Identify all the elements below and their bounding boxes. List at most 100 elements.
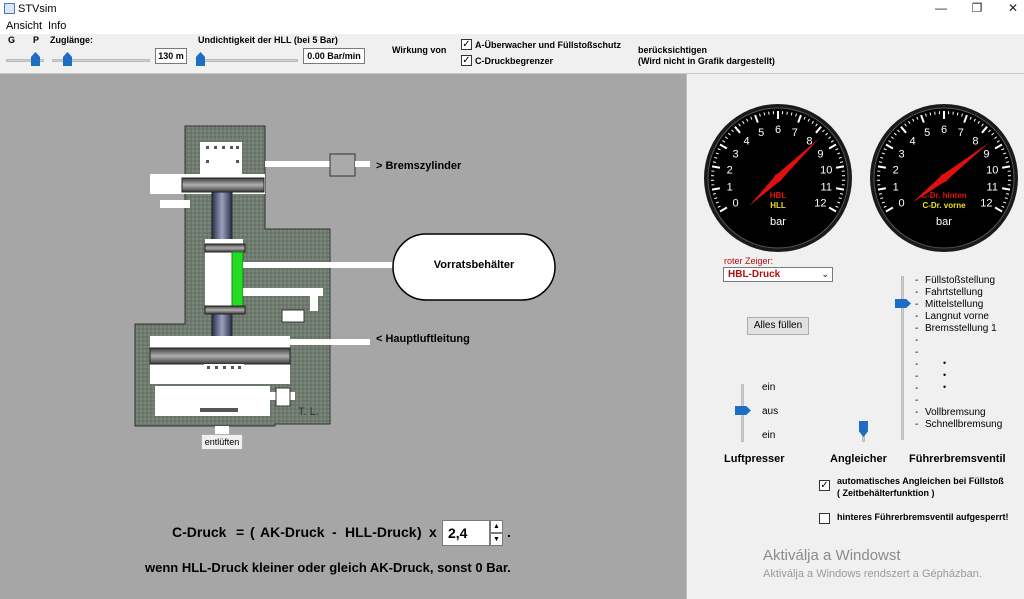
right-gauge-tick-label: 6	[941, 124, 947, 136]
title-bar: STVsim — ❐ ✕	[0, 0, 1024, 18]
wirkung-label: Wirkung von	[392, 45, 447, 55]
right-gauge-tick	[1005, 192, 1010, 195]
fbv-position-4[interactable]: - Bremsstellung 1	[915, 323, 997, 335]
left-gauge-tick	[839, 192, 844, 195]
roter-zeiger-select[interactable]: HBL-Druck ⌄	[723, 267, 833, 282]
right-gauge-tick-label: 4	[909, 135, 915, 147]
left-gauge-tick-label: 7	[792, 127, 798, 139]
fbv-position-6[interactable]: -	[915, 347, 925, 359]
fbv-tick: -	[915, 335, 919, 346]
luftpresser-ein-top: ein	[762, 382, 776, 393]
hinteres-fbv-checkbox[interactable]	[819, 513, 830, 524]
fbv-slider-thumb[interactable]	[895, 299, 911, 308]
fbv-tick: -	[915, 299, 919, 310]
a-ueberwacher-label: A-Überwacher und Füllstoßschutz	[475, 40, 622, 50]
left-gauge-tick-label: 4	[743, 135, 749, 147]
fbv-position-label: Mittelstellung	[925, 299, 984, 310]
menu-ansicht[interactable]: Ansicht	[6, 20, 42, 32]
luftpresser-label: Luftpresser	[724, 453, 785, 465]
fbv-position-3[interactable]: - Langnut vorne	[915, 311, 989, 323]
zuglaenge-slider-thumb[interactable]	[63, 52, 72, 66]
left-gauge-tick-label: 1	[727, 182, 733, 194]
hauptluftleitung-label: < Hauptluftleitung	[376, 333, 470, 345]
zuglaenge-label: Zuglänge:	[50, 35, 93, 45]
close-button[interactable]: ✕	[1006, 2, 1020, 14]
formula-hll: HLL-Druck	[345, 524, 417, 540]
roter-zeiger-value: HBL-Druck	[728, 269, 781, 280]
beruecksichtigen-label: berücksichtigen	[638, 45, 708, 55]
right-gauge-tick-label: 10	[986, 164, 998, 176]
right-gauge-tick-label: 11	[987, 182, 998, 194]
left-gauge-tick-label: 9	[817, 149, 823, 161]
undichtigkeit-slider-track[interactable]	[196, 59, 298, 62]
right-gauge-tick-label: 2	[893, 164, 899, 176]
luftpresser-slider-thumb[interactable]	[735, 406, 751, 415]
fbv-label: Führerbremsventil	[909, 453, 1006, 465]
undichtigkeit-slider-thumb[interactable]	[196, 52, 205, 66]
activation-watermark-title: Aktiválja a Windowst	[763, 547, 901, 564]
right-gauge-tick-label: 12	[980, 198, 992, 210]
factor-input[interactable]: 2,4	[442, 520, 490, 546]
auto-angleichen-note: ( Zeitbehälterfunktion )	[837, 488, 935, 498]
right-gauge-tick-label: 7	[958, 127, 964, 139]
p-label: P	[33, 35, 40, 45]
g-label: G	[8, 35, 16, 45]
tl-mark: T. L.	[298, 406, 319, 418]
fbv-position-5[interactable]: -	[915, 335, 925, 347]
fbv-position-11[interactable]: - Vollbremsung	[915, 407, 986, 419]
auto-angleichen-checkbox[interactable]: ✓	[819, 480, 830, 491]
hinteres-fbv-label: hinteres Führerbremsventil aufgesperrt!	[837, 512, 1009, 522]
fbv-tick: -	[915, 371, 919, 382]
menu-info[interactable]: Info	[48, 20, 66, 32]
gp-slider-thumb[interactable]	[31, 52, 40, 66]
fbv-tick: -	[915, 419, 919, 430]
right-gauge-tick-label: 0	[899, 198, 905, 210]
fbv-position-9[interactable]: -	[915, 383, 925, 395]
fbv-position-7[interactable]: -	[915, 359, 925, 371]
fbv-position-0[interactable]: - Füllstoßstellung	[915, 275, 995, 287]
fbv-position-8[interactable]: -	[915, 371, 925, 383]
left-gauge-tick	[711, 165, 721, 169]
bremszylinder-label: > Bremszylinder	[376, 160, 462, 172]
fbv-tick: -	[915, 383, 919, 394]
fbv-position-10[interactable]: -	[915, 395, 925, 407]
alles-fuellen-button[interactable]: Alles füllen	[747, 317, 809, 335]
chevron-down-icon: ⌄	[821, 269, 829, 279]
left-gauge-tick	[711, 187, 721, 191]
window-title: STVsim	[18, 3, 57, 15]
maximize-button[interactable]: ❐	[970, 2, 984, 14]
right-gauge-unit: bar	[936, 216, 952, 228]
formula-condition: wenn HLL-Druck kleiner oder gleich AK-Dr…	[145, 560, 511, 575]
right-gauge-tick-label: 1	[893, 182, 899, 194]
a-ueberwacher-checkbox[interactable]: ✓	[461, 39, 472, 50]
right-gauge-tick-label: 3	[899, 149, 905, 161]
brake-cylinder-connector	[329, 153, 356, 177]
entlueften-button[interactable]: entlüften	[201, 434, 243, 450]
left-gauge-tick-label: 5	[758, 127, 764, 139]
fbv-position-1[interactable]: - Fahrtstellung	[915, 287, 983, 299]
right-gauge-tick	[1001, 187, 1011, 191]
fbv-position-label: Schnellbremsung	[925, 419, 1003, 430]
main-line-pipe	[290, 339, 370, 345]
right-gauge-tick	[878, 192, 883, 195]
fbv-position-12[interactable]: - Schnellbremsung	[915, 419, 1002, 431]
factor-up-button[interactable]: ▲	[490, 520, 503, 533]
c-druckbegrenzer-checkbox[interactable]: ✓	[461, 55, 472, 66]
left-gauge-tick-label: 3	[733, 149, 739, 161]
luftpresser-aus: aus	[762, 406, 779, 417]
check-valve	[281, 309, 305, 323]
right-gauge-tick	[877, 165, 887, 169]
fbv-position-label: Langnut vorne	[925, 311, 989, 322]
fbv-position-label: Vollbremsung	[925, 407, 986, 418]
formula-minus: -	[332, 524, 337, 540]
right-gauge-tick	[877, 187, 887, 191]
right-gauge-tick	[929, 112, 932, 116]
angleicher-slider-thumb[interactable]	[859, 421, 868, 437]
left-gauge-unit: bar	[770, 216, 786, 228]
undichtigkeit-value: 0.00 Bar/min	[303, 48, 365, 64]
minimize-button[interactable]: —	[934, 2, 948, 14]
factor-down-button[interactable]: ▼	[490, 533, 503, 546]
formula-c-druck: C-Druck	[172, 524, 227, 540]
fbv-position-2[interactable]: - Mittelstellung	[915, 299, 983, 311]
fbv-dot-3: •	[943, 382, 947, 392]
